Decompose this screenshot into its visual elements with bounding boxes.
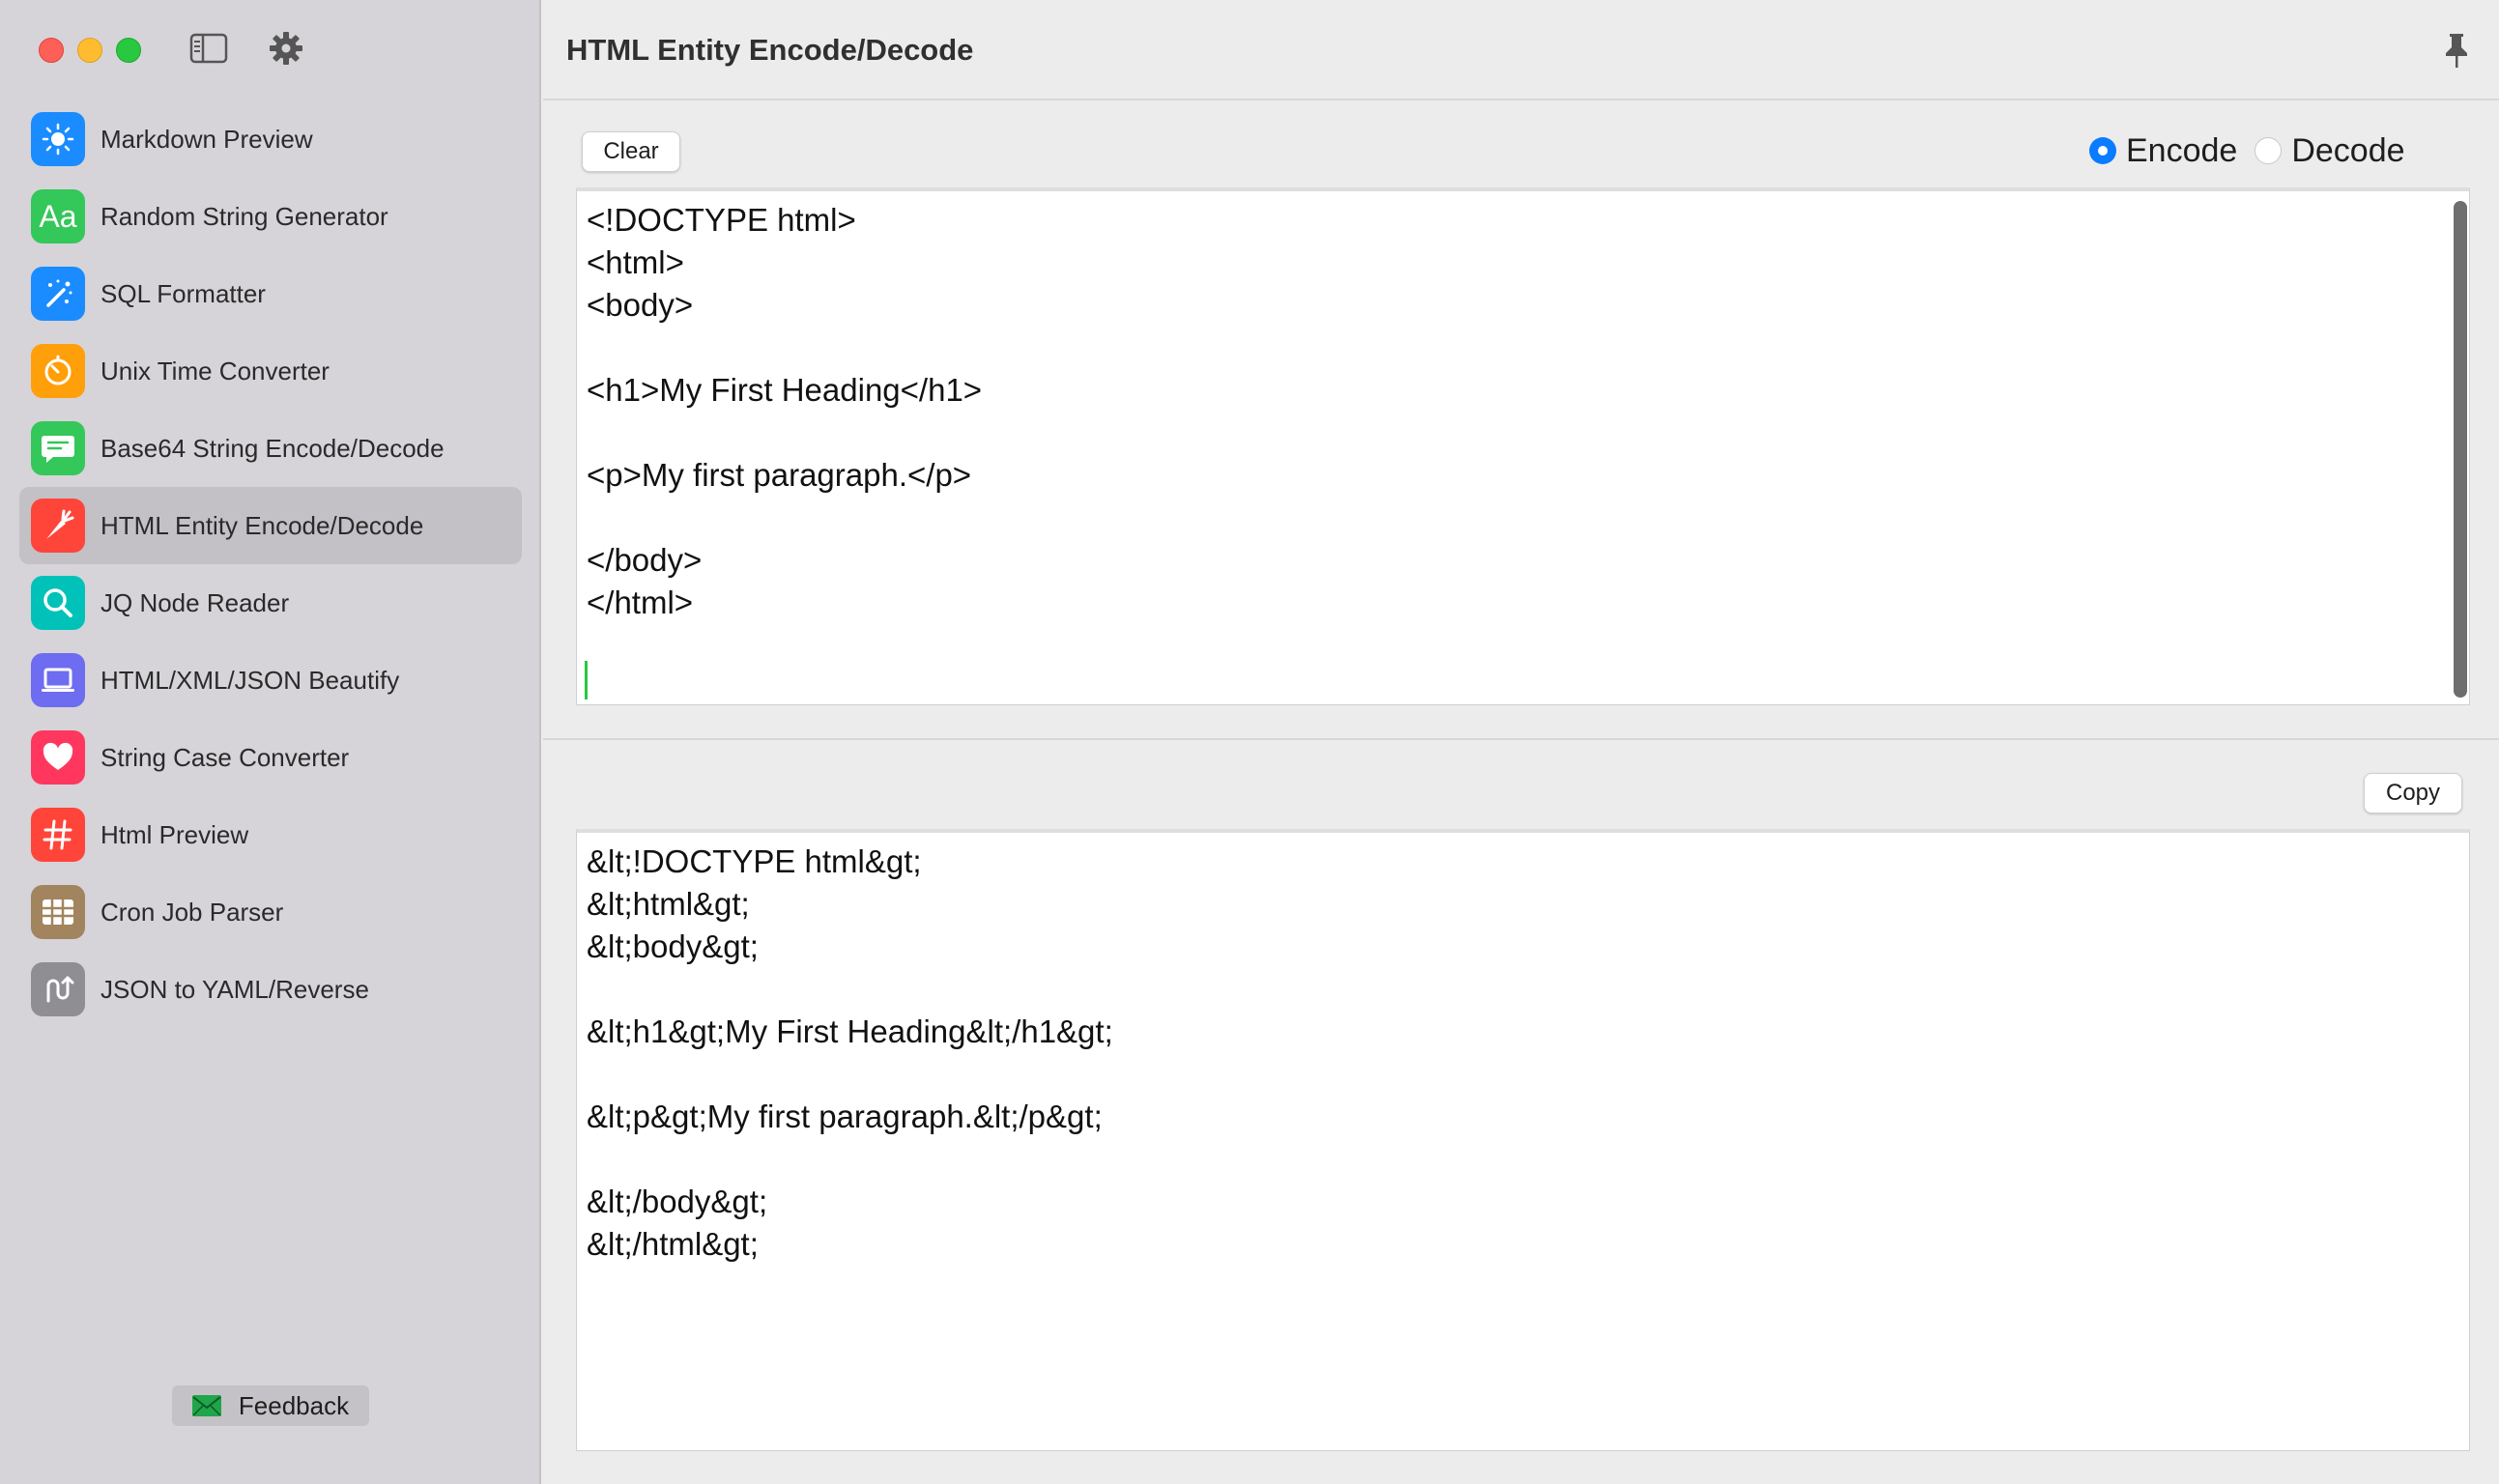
sidebar-item-jq-node-reader[interactable]: JQ Node Reader [19, 564, 522, 642]
tool-list: Markdown Preview Aa Random String Genera… [19, 100, 522, 1028]
output-text[interactable]: &lt;!DOCTYPE html&gt; &lt;html&gt; &lt;b… [577, 833, 2469, 1273]
sidebar-item-cron-job-parser[interactable]: Cron Job Parser [19, 873, 522, 951]
heart-icon [31, 730, 85, 785]
pane-divider[interactable] [543, 738, 2499, 740]
sidebar-item-label: JQ Node Reader [101, 587, 290, 617]
clear-button[interactable]: Clear [582, 131, 680, 172]
output-text-area[interactable]: &lt;!DOCTYPE html&gt; &lt;html&gt; &lt;b… [576, 829, 2470, 1451]
zoom-window-button[interactable] [116, 38, 141, 63]
sidebar-item-label: SQL Formatter [101, 278, 266, 308]
decode-radio-dot[interactable] [2255, 137, 2283, 164]
hash-icon [31, 808, 85, 862]
arrows-icon [31, 962, 85, 1016]
carrot-icon [31, 499, 85, 553]
sidebar-item-json-to-yaml-reverse[interactable]: JSON to YAML/Reverse [19, 951, 522, 1028]
feedback-button[interactable]: Feedback [172, 1385, 369, 1426]
sidebar-item-label: HTML Entity Encode/Decode [101, 510, 424, 540]
page-title: HTML Entity Encode/Decode [566, 33, 974, 67]
sun-icon [31, 112, 85, 166]
sidebar-item-random-string-generator[interactable]: Aa Random String Generator [19, 178, 522, 255]
sidebar-item-sql-formatter[interactable]: SQL Formatter [19, 255, 522, 332]
message-icon [31, 421, 85, 475]
magic-wand-icon [31, 267, 85, 321]
input-text[interactable]: <!DOCTYPE html> <html> <body> <h1>My Fir… [577, 191, 2469, 674]
mode-radio-group: Encode Decode [2089, 129, 2423, 172]
copy-button[interactable]: Copy [2364, 773, 2462, 813]
sidebar-item-string-case-converter[interactable]: String Case Converter [19, 719, 522, 796]
encode-radio[interactable]: Encode [2089, 132, 2237, 170]
timer-icon [31, 344, 85, 398]
sidebar-item-markdown-preview[interactable]: Markdown Preview [19, 100, 522, 178]
sidebar-item-label: Unix Time Converter [101, 356, 330, 385]
input-scrollbar[interactable] [2454, 201, 2467, 698]
sidebar-item-html-xml-json-beautify[interactable]: HTML/XML/JSON Beautify [19, 642, 522, 719]
decode-radio[interactable]: Decode [2255, 131, 2405, 170]
sidebar-item-label: String Case Converter [101, 742, 350, 772]
magnifier-icon [31, 576, 85, 630]
sidebar: Markdown Preview Aa Random String Genera… [0, 0, 541, 1484]
sidebar-item-label: HTML/XML/JSON Beautify [101, 665, 400, 695]
sidebar-item-label: Cron Job Parser [101, 897, 284, 927]
grid-icon [31, 885, 85, 939]
decode-radio-label: Decode [2291, 131, 2405, 169]
text-aa-icon: Aa [31, 189, 85, 243]
sidebar-toggle-icon[interactable] [187, 29, 230, 68]
text-caret [585, 661, 588, 699]
encode-radio-dot[interactable] [2089, 137, 2116, 164]
close-window-button[interactable] [39, 38, 64, 63]
gear-icon[interactable] [265, 29, 307, 68]
sidebar-item-base64-string-encode-decode[interactable]: Base64 String Encode/Decode [19, 410, 522, 487]
sidebar-item-html-entity-encode-decode[interactable]: HTML Entity Encode/Decode [19, 487, 522, 564]
app-window: Markdown Preview Aa Random String Genera… [0, 0, 2499, 1484]
sidebar-item-html-preview[interactable]: Html Preview [19, 796, 522, 873]
sidebar-item-label: Html Preview [101, 819, 249, 849]
sidebar-item-label: Base64 String Encode/Decode [101, 433, 445, 463]
encode-radio-label: Encode [2126, 131, 2238, 169]
envelope-icon [191, 1395, 221, 1416]
main-panel: HTML Entity Encode/Decode Clear Encode D… [543, 0, 2499, 1484]
title-bar: HTML Entity Encode/Decode [543, 0, 2499, 100]
sidebar-item-label: Random String Generator [101, 201, 388, 231]
feedback-label: Feedback [238, 1390, 350, 1420]
minimize-window-button[interactable] [77, 38, 102, 63]
pin-icon[interactable] [2437, 29, 2476, 71]
sidebar-item-unix-time-converter[interactable]: Unix Time Converter [19, 332, 522, 410]
input-text-area[interactable]: <!DOCTYPE html> <html> <body> <h1>My Fir… [576, 187, 2470, 705]
laptop-icon [31, 653, 85, 707]
sidebar-item-label: JSON to YAML/Reverse [101, 974, 369, 1004]
sidebar-item-label: Markdown Preview [101, 124, 313, 154]
